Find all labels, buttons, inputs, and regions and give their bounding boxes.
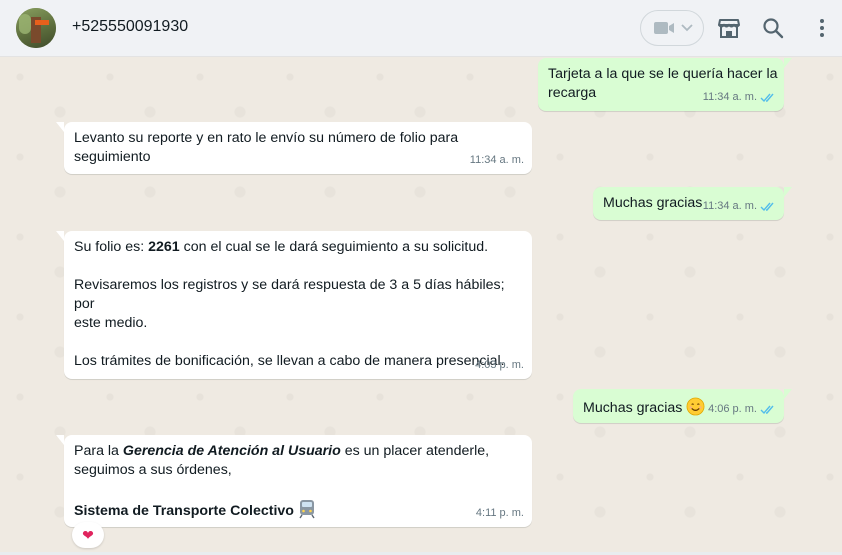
message-text-bold-italic: Gerencia de Atención al Usuario (122, 443, 341, 459)
video-call-icon (654, 22, 674, 34)
smiling-face-emoji (686, 397, 705, 422)
message-time: 4:11 p. m. (475, 507, 524, 519)
message-text: seguimos a sus órdenes, (74, 462, 232, 478)
message-text: Muchas gracias (603, 195, 703, 211)
message-text: Los trámites de bonificación, se llevan … (74, 353, 505, 369)
message-list[interactable]: Tarjeta a la que se le quería hacer la r… (0, 57, 842, 555)
message-text: Revisaremos los registros y se dará resp… (74, 277, 505, 312)
message-incoming[interactable]: Para la Gerencia de Atención al Usuario … (56, 435, 532, 527)
folio-number: 2261 (148, 239, 180, 255)
search-icon[interactable] (760, 15, 786, 41)
message-outgoing[interactable]: Muchas gracias 11:34 a. m. (593, 187, 792, 220)
message-time: 4:06 p. m. (708, 400, 776, 419)
message-text: seguimiento (74, 149, 151, 165)
contact-name[interactable]: +525550091930 (72, 18, 188, 36)
train-emoji (298, 499, 316, 525)
message-outgoing[interactable]: Tarjeta a la que se le quería hacer la r… (538, 58, 792, 111)
heart-reaction[interactable]: ❤ (72, 522, 104, 548)
chevron-down-icon (681, 24, 693, 32)
message-time: 11:34 a. m. (703, 88, 776, 107)
message-outgoing[interactable]: Muchas gracias 4:06 p. m. (573, 389, 792, 423)
read-ticks-icon (760, 405, 774, 415)
message-text: Muchas gracias (583, 400, 683, 416)
message-text: este medio. (74, 315, 148, 331)
read-ticks-icon (760, 93, 774, 103)
message-incoming[interactable]: Levanto su reporte y en rato le envío su… (56, 122, 532, 174)
message-time: 11:34 a. m. (469, 154, 524, 166)
message-text: con el cual se le dará seguimiento a su … (179, 239, 489, 255)
message-time: 11:34 a. m. (703, 197, 776, 216)
signature-text: Sistema de Transporte Colectivo (74, 503, 294, 519)
message-text: Su folio es: (74, 239, 149, 255)
shop-icon[interactable] (716, 15, 742, 41)
message-text: Levanto su reporte y en rato le envío su… (74, 130, 459, 146)
message-incoming[interactable]: Su folio es: 2261 con el cual se le dará… (56, 231, 532, 379)
message-time: 4:03 p. m. (475, 359, 524, 371)
chat-header: +525550091930 (0, 0, 842, 57)
heart-icon: ❤ (82, 526, 94, 543)
read-ticks-icon (760, 202, 774, 212)
menu-icon[interactable] (809, 15, 835, 41)
video-call-button[interactable] (640, 10, 704, 46)
message-text: es un placer atenderle, (340, 443, 490, 459)
message-text: Para la (74, 443, 123, 459)
message-text: Tarjeta a la que se le quería hacer la (548, 66, 778, 82)
avatar[interactable] (16, 8, 56, 48)
